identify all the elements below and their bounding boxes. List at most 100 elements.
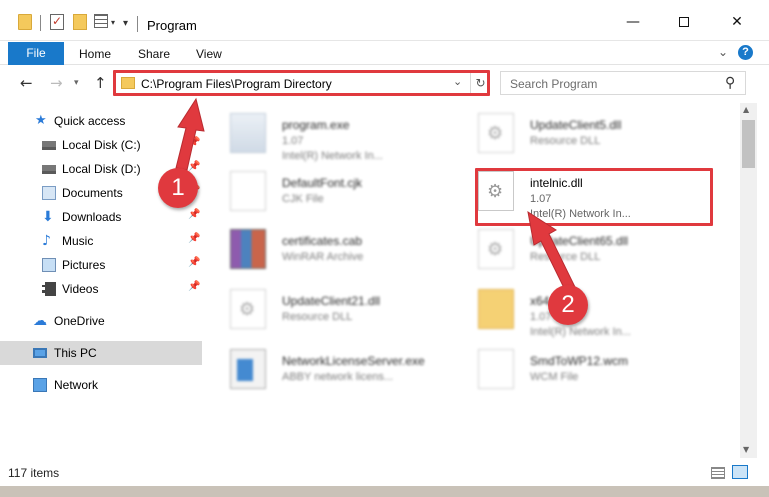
document-icon	[478, 349, 514, 389]
help-icon[interactable]: ?	[738, 45, 753, 60]
sidebar-item-videos[interactable]: Videos 📌	[0, 277, 202, 301]
title-bar: ▾ ▾ Program — ✕	[0, 0, 769, 41]
pin-icon[interactable]: 📌	[188, 209, 200, 220]
file-detail: Intel(R) Network In...	[530, 326, 631, 338]
sidebar-item-music[interactable]: ♪ Music 📌	[0, 229, 202, 253]
file-detail: Intel(R) Network In...	[282, 150, 383, 162]
file-item[interactable]: UpdateClient21.dll Resource DLL	[230, 285, 480, 343]
file-list: program.exe 1.07 Intel(R) Network In... …	[205, 103, 740, 458]
sidebar-item-local-disk-c[interactable]: Local Disk (C:) 📌	[0, 133, 202, 157]
forward-button[interactable]: →	[50, 74, 63, 92]
divider	[40, 15, 41, 31]
properties-check-icon[interactable]	[50, 14, 64, 30]
step-1-badge: 1	[158, 168, 198, 208]
file-item[interactable]: certificates.cab WinRAR Archive	[230, 225, 480, 283]
sidebar-item-this-pc[interactable]: This PC	[0, 341, 202, 365]
item-count: 117 items	[8, 466, 60, 480]
drive-icon	[42, 140, 56, 150]
pin-icon[interactable]: 📌	[188, 137, 200, 148]
chevron-down-icon[interactable]: ▾	[111, 18, 115, 27]
videos-icon	[42, 282, 56, 296]
sidebar-item-quick-access[interactable]: ★ Quick access	[0, 109, 202, 133]
window-title: Program	[147, 18, 197, 33]
music-icon: ♪	[42, 233, 51, 249]
ribbon-tabs: File Home Share View ⌄ ?	[0, 41, 769, 65]
tab-file[interactable]: File	[8, 42, 64, 65]
sidebar-item-label: OneDrive	[54, 314, 105, 328]
documents-icon	[42, 186, 56, 200]
file-detail: Resource DLL	[282, 311, 353, 323]
file-item[interactable]: program.exe 1.07 Intel(R) Network In...	[230, 109, 480, 167]
file-item[interactable]: DefaultFont.cjk CJK File	[230, 167, 480, 225]
pin-icon[interactable]: 📌	[188, 281, 200, 292]
tab-share[interactable]: Share	[138, 47, 170, 61]
vertical-scrollbar[interactable]: ▲ ▼	[740, 103, 757, 458]
folder-icon	[478, 289, 514, 329]
navigation-pane: ★ Quick access Local Disk (C:) 📌 Local D…	[0, 103, 205, 458]
divider	[137, 16, 138, 32]
file-detail: 1.07	[282, 135, 304, 147]
scroll-down-icon[interactable]: ▼	[743, 445, 749, 454]
pin-icon[interactable]: 📌	[188, 257, 200, 268]
customize-toolbar-icon[interactable]: ▾	[123, 18, 128, 29]
tab-home[interactable]: Home	[79, 47, 111, 61]
sidebar-item-label: Network	[54, 378, 99, 392]
file-name: UpdateClient65.dll	[530, 234, 629, 248]
file-detail: ABBY network licens...	[282, 371, 394, 383]
details-view-icon[interactable]	[711, 467, 725, 479]
sidebar-item-pictures[interactable]: Pictures 📌	[0, 253, 202, 277]
sidebar-item-downloads[interactable]: ⬇ Downloads 📌	[0, 205, 202, 229]
desktop-strip	[0, 486, 769, 497]
archive-icon	[230, 229, 266, 269]
expand-ribbon-icon[interactable]: ⌄	[718, 45, 728, 59]
status-bar: 117 items	[0, 458, 769, 486]
file-item[interactable]: UpdateClient65.dll Resource DLL	[478, 225, 728, 283]
properties-icon[interactable]	[94, 14, 108, 28]
step-2-badge: 2	[548, 285, 588, 325]
scroll-up-icon[interactable]: ▲	[743, 105, 749, 114]
new-folder-icon[interactable]	[73, 14, 87, 30]
sidebar-item-label: Quick access	[54, 114, 126, 128]
computer-icon	[33, 348, 47, 358]
pictures-icon	[42, 258, 56, 272]
recent-locations-icon[interactable]: ▾	[74, 78, 79, 88]
up-button[interactable]: ↑	[94, 74, 107, 92]
close-button[interactable]: ✕	[714, 8, 760, 36]
drive-icon	[42, 164, 56, 174]
file-item[interactable]: x64 1.07 Intel(R) Network In...	[478, 285, 728, 343]
file-name: certificates.cab	[282, 234, 363, 248]
dll-icon	[478, 229, 514, 269]
file-item[interactable]: SmdToWP12.wcm WCM File	[478, 345, 728, 403]
address-bar-highlight	[113, 70, 490, 96]
file-item[interactable]: NetworkLicenseServer.exe ABBY network li…	[230, 345, 480, 403]
sidebar-item-label: Music	[62, 234, 94, 248]
exe-icon	[230, 113, 266, 153]
file-name: DefaultFont.cjk	[282, 176, 363, 190]
intelnic-highlight	[475, 168, 713, 226]
file-detail: CJK File	[282, 193, 324, 205]
minimize-button[interactable]: —	[610, 8, 656, 36]
file-detail: 1.07	[530, 311, 552, 323]
sidebar-item-label: Local Disk (C:)	[62, 138, 141, 152]
star-icon: ★	[35, 113, 47, 128]
search-icon[interactable]: ⚲	[725, 75, 735, 91]
app-icon	[230, 349, 266, 389]
file-name: UpdateClient21.dll	[282, 294, 381, 308]
sidebar-item-label: This PC	[54, 346, 97, 360]
folder-icon[interactable]	[18, 14, 32, 30]
tab-view[interactable]: View	[196, 47, 222, 61]
pin-icon[interactable]: 📌	[188, 161, 200, 172]
file-detail: WinRAR Archive	[282, 251, 364, 263]
large-icons-view-icon[interactable]	[732, 465, 748, 479]
file-name: SmdToWP12.wcm	[530, 354, 629, 368]
file-item[interactable]: UpdateClient5.dll Resource DLL	[478, 109, 728, 167]
search-input[interactable]: Search Program ⚲	[500, 71, 746, 95]
cloud-icon: ☁	[33, 313, 47, 329]
sidebar-item-onedrive[interactable]: ☁ OneDrive	[0, 309, 202, 333]
sidebar-item-network[interactable]: Network	[0, 373, 202, 397]
dll-icon	[478, 113, 514, 153]
maximize-button[interactable]	[661, 8, 707, 36]
pin-icon[interactable]: 📌	[188, 233, 200, 244]
scrollbar-thumb[interactable]	[742, 120, 755, 168]
back-button[interactable]: ←	[20, 74, 33, 92]
